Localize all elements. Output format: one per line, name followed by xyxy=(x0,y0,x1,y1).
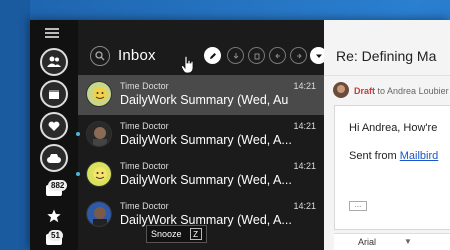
mail-time: 14:21 xyxy=(293,201,316,211)
folder-title: Inbox xyxy=(118,47,156,64)
calendar-icon[interactable] xyxy=(40,80,68,108)
cloud-icon[interactable] xyxy=(40,144,68,172)
message-subject: Re: Defining Ma xyxy=(336,48,437,64)
tooltip-label: Snooze xyxy=(151,229,182,239)
format-toolbar: Arial ▼ xyxy=(334,233,450,250)
mail-time: 14:21 xyxy=(293,161,316,171)
unread-dot xyxy=(76,172,80,176)
forward-icon[interactable] xyxy=(290,47,307,64)
mail-time: 14:21 xyxy=(293,81,316,91)
archive-icon[interactable] xyxy=(227,47,244,64)
search-icon[interactable] xyxy=(90,46,110,66)
mail-sender: Time Doctor xyxy=(120,161,169,171)
reading-pane: Re: Defining Ma Draft to Andrea Loubier … xyxy=(324,20,450,250)
draft-info: Draft to Andrea Loubier xyxy=(354,86,449,96)
mail-time: 14:21 xyxy=(293,121,316,131)
sender-avatar xyxy=(86,81,112,107)
draft-label: Draft xyxy=(354,86,376,96)
shortcut-key: Z xyxy=(189,228,202,240)
reply-icon[interactable] xyxy=(269,47,286,64)
drafts-count-badge: 51 xyxy=(48,230,63,241)
signature-text: Sent from xyxy=(349,150,397,162)
mail-item[interactable]: Time Doctor 14:21 DailyWork Summary (Wed… xyxy=(78,75,324,115)
compose-body[interactable]: Hi Andrea, How're Sent from Mailbird ... xyxy=(334,105,450,230)
mail-subject: DailyWork Summary (Wed, A... xyxy=(120,133,292,147)
mail-sender: Time Doctor xyxy=(120,121,169,131)
compose-icon[interactable] xyxy=(204,47,221,64)
mail-item[interactable]: Time Doctor 14:21 DailyWork Summary (Wed… xyxy=(76,115,324,155)
mail-list-pane: Inbox Time Doctor 14:21 DailyWork Summar… xyxy=(76,20,327,250)
font-select[interactable]: Arial xyxy=(358,237,376,247)
contacts-icon[interactable] xyxy=(40,48,68,76)
signature-link[interactable]: Mailbird xyxy=(400,150,439,162)
background-window-edge xyxy=(0,0,30,250)
body-greeting: Hi Andrea, How're xyxy=(349,122,438,134)
unread-dot xyxy=(76,132,80,136)
mail-subject: DailyWork Summary (Wed, A... xyxy=(120,173,292,187)
favorites-heart-icon[interactable] xyxy=(40,112,68,140)
mail-sender: Time Doctor xyxy=(120,201,169,211)
sender-avatar xyxy=(86,201,112,227)
sender-avatar xyxy=(86,121,112,147)
author-avatar xyxy=(333,82,349,98)
snooze-tooltip: Snooze Z xyxy=(146,225,207,243)
show-quoted-button[interactable]: ... xyxy=(349,201,367,211)
hand-cursor-icon xyxy=(181,56,194,74)
divider xyxy=(324,75,450,76)
sender-avatar xyxy=(86,161,112,187)
body-signature: Sent from Mailbird xyxy=(349,150,438,162)
mail-app-window: 882 51 Inbox Time Doctor 14:21 DailyWork… xyxy=(30,20,450,250)
mail-sender: Time Doctor xyxy=(120,81,169,91)
mail-subject: DailyWork Summary (Wed, Au xyxy=(120,93,289,107)
unread-count-badge: 882 xyxy=(48,180,68,191)
delete-icon[interactable] xyxy=(248,47,265,64)
chevron-down-icon[interactable]: ▼ xyxy=(404,237,412,246)
draft-recipient: to Andrea Loubier xyxy=(377,86,449,96)
account-rail: 882 51 xyxy=(30,20,78,250)
menu-icon[interactable] xyxy=(45,28,59,38)
mail-item[interactable]: Time Doctor 14:21 DailyWork Summary (Wed… xyxy=(76,155,324,195)
